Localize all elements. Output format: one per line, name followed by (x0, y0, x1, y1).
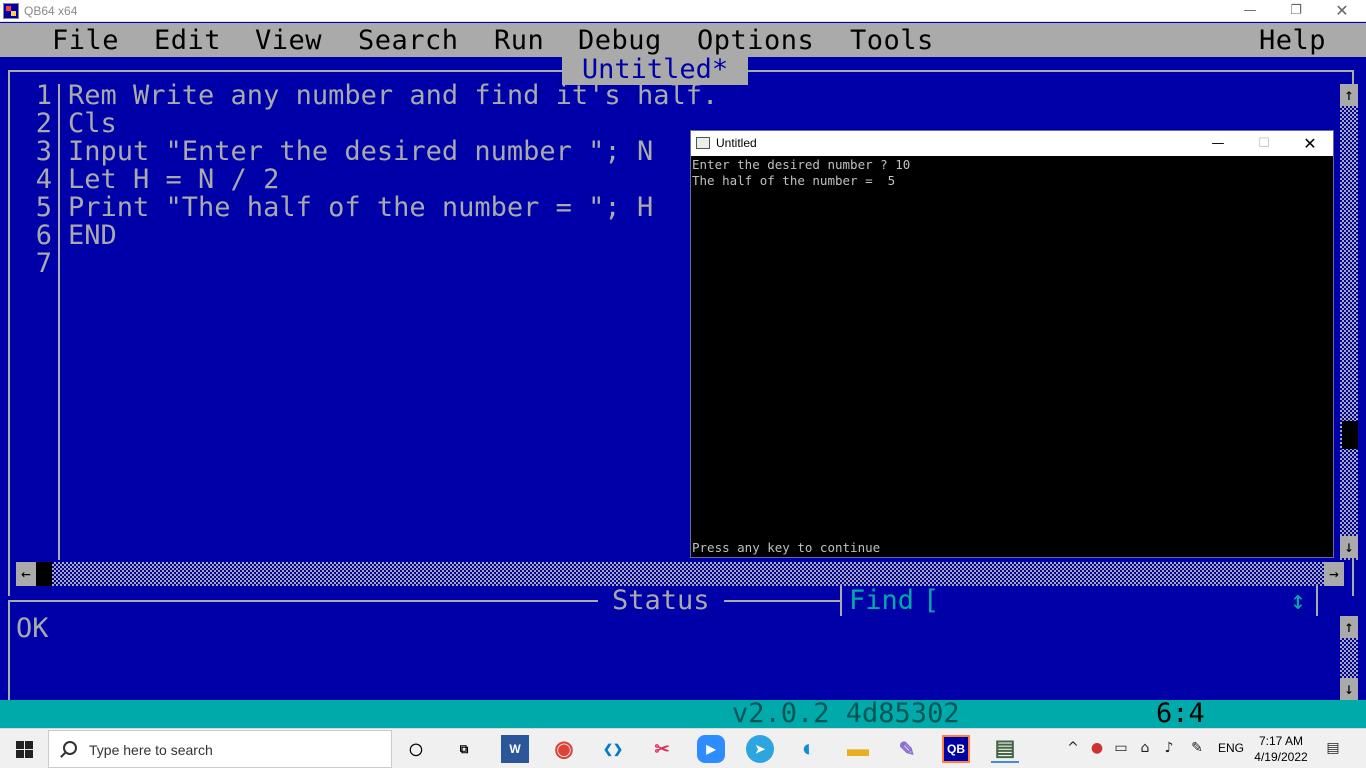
scroll-down-icon[interactable]: ↓ (1340, 536, 1358, 558)
telegram-icon[interactable]: ➤ (746, 735, 774, 763)
code-line[interactable]: Rem Write any number and find it's half. (68, 82, 718, 110)
console-output: Enter the desired number ? 10 The half o… (692, 157, 1332, 189)
vscode-icon[interactable]: ❮❯ (599, 735, 627, 763)
status-scroll-up-icon[interactable]: ↑ (1340, 616, 1358, 638)
windows-logo-icon (16, 741, 24, 749)
notification-badge-icon[interactable]: ● (1088, 739, 1106, 757)
zoom-icon[interactable]: ▶ (697, 735, 725, 763)
code-line[interactable] (68, 250, 718, 278)
task-view-icon[interactable]: ⧉ (450, 735, 478, 763)
console-close-icon[interactable]: ✕ (1287, 131, 1333, 156)
status-scroll-down-icon[interactable]: ↓ (1340, 678, 1358, 700)
clock-date: 4/19/2022 (1254, 750, 1308, 764)
edge-icon[interactable]: ◐ (795, 735, 823, 763)
console-line: Enter the desired number ? 10 (692, 157, 911, 172)
menu-bar: File Edit View Search Run Debug Options … (0, 23, 1366, 57)
menu-search[interactable]: Search (358, 23, 459, 59)
windows-logo-icon (25, 741, 33, 749)
qb64-icon[interactable]: QB (942, 735, 970, 763)
console-title: Untitled (716, 136, 757, 150)
line-number: 7 (35, 248, 52, 279)
word-icon[interactable]: W (501, 735, 529, 763)
horizontal-scrollbar[interactable] (16, 562, 1344, 586)
line-number: 5 (35, 192, 52, 223)
code-line[interactable]: Print "The half of the number = "; H (68, 194, 718, 222)
pen-icon[interactable]: ✎ (1188, 739, 1206, 757)
line-numbers: 1 2 3 4 5 6 7 (14, 82, 52, 278)
paint-icon[interactable]: ✎ (893, 735, 921, 763)
menu-view[interactable]: View (255, 23, 322, 59)
scroll-up-icon[interactable]: ↑ (1340, 84, 1358, 106)
find-input[interactable]: [ (923, 586, 939, 616)
minimize-icon[interactable]: — (1227, 0, 1273, 22)
language-indicator[interactable]: ENG (1218, 741, 1244, 755)
console-minimize-icon[interactable]: — (1195, 131, 1241, 156)
show-hidden-icons-icon[interactable]: ^ (1064, 739, 1082, 757)
vertical-scrollbar[interactable] (1340, 84, 1358, 560)
windows-logo-icon (16, 750, 24, 758)
console-window[interactable]: Untitled — ☐ ✕ Enter the desired number … (690, 130, 1334, 558)
code-editor[interactable]: Rem Write any number and find it's half.… (68, 82, 718, 278)
taskbar: Type here to search ◯ ⧉ W ◉ ❮❯ ✂ ▶ ➤ ◐ ▬… (0, 728, 1366, 768)
network-icon[interactable]: ⌂ (1136, 739, 1154, 757)
line-number: 4 (35, 164, 52, 195)
code-line[interactable]: END (68, 222, 718, 250)
battery-icon[interactable]: ▭ (1112, 739, 1130, 757)
close-icon[interactable]: ✕ (1319, 0, 1365, 22)
menu-tools[interactable]: Tools (850, 23, 934, 59)
window-titlebar[interactable]: QB64 x64 — ❐ ✕ (0, 0, 1366, 22)
version-label: v2.0.2 4d85302 (732, 698, 960, 729)
start-button[interactable] (0, 729, 48, 768)
line-number: 2 (35, 108, 52, 139)
vertical-scroll-thumb[interactable] (1342, 421, 1358, 449)
windows-logo-icon (25, 750, 33, 758)
code-line[interactable]: Let H = N / 2 (68, 166, 718, 194)
chrome-icon[interactable]: ◉ (550, 735, 578, 763)
code-line[interactable]: Cls (68, 110, 718, 138)
qb64-app-icon (3, 3, 19, 19)
console-prompt: Press any key to continue (692, 540, 881, 555)
line-number: 1 (35, 80, 52, 111)
system-clock[interactable]: 7:17 AM 4/19/2022 (1254, 733, 1308, 765)
restore-icon[interactable]: ❐ (1273, 0, 1319, 22)
console-line: The half of the number = 5 (692, 173, 896, 188)
window-title: QB64 x64 (24, 4, 78, 18)
find-toggle-icon[interactable]: ↕ (1290, 586, 1306, 616)
file-explorer-icon[interactable]: ▬ (844, 735, 872, 763)
cortana-icon[interactable]: ◯ (402, 735, 430, 763)
volume-icon[interactable]: ♪ (1160, 739, 1178, 757)
cursor-position: 6:4 (1156, 698, 1205, 729)
ide-status-bar: v2.0.2 4d85302 6:4 (0, 700, 1366, 728)
scroll-right-icon[interactable]: → (1324, 562, 1344, 586)
menu-file[interactable]: File (52, 23, 119, 59)
horizontal-scroll-thumb[interactable] (36, 562, 52, 586)
search-placeholder: Type here to search (89, 742, 213, 758)
console-titlebar[interactable]: Untitled — ☐ ✕ (691, 131, 1333, 156)
search-icon (63, 741, 77, 755)
find-label: Find (849, 585, 915, 616)
gutter-divider (58, 84, 60, 560)
taskbar-search[interactable]: Type here to search (48, 730, 392, 768)
code-line[interactable]: Input "Enter the desired number "; N (68, 138, 718, 166)
menu-run[interactable]: Run (494, 23, 544, 59)
status-label: Status (598, 586, 724, 616)
console-app-icon[interactable]: ▤ (991, 735, 1019, 763)
console-window-icon (696, 137, 710, 149)
menu-edit[interactable]: Edit (154, 23, 221, 59)
line-number: 6 (35, 220, 52, 251)
snipping-icon[interactable]: ✂ (648, 735, 676, 763)
clock-time: 7:17 AM (1258, 734, 1304, 748)
menu-help[interactable]: Help (1259, 23, 1326, 59)
status-frame (8, 600, 10, 700)
line-number: 3 (35, 136, 52, 167)
scroll-left-icon[interactable]: ← (16, 562, 36, 586)
action-center-icon[interactable]: ▤ (1324, 739, 1342, 757)
console-maximize-icon[interactable]: ☐ (1241, 131, 1287, 156)
status-message: OK (16, 613, 49, 644)
